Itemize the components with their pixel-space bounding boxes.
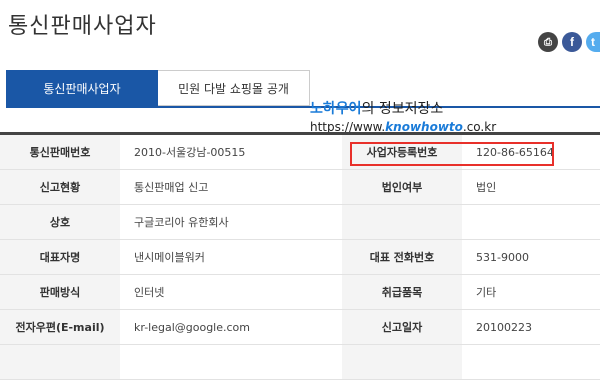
share-buttons: ⎙ f t [538,32,600,52]
label-email: 전자우편(E-mail) [0,309,120,345]
value-product-type: 기타 [462,274,600,310]
twitter-icon[interactable]: t [586,32,600,52]
label-telemarketing-number: 통신판매번호 [0,135,120,170]
label-company-name: 상호 [0,204,120,240]
label-report-status: 신고현황 [0,169,120,205]
watermark-rest: 의 정보저장소 [361,101,444,117]
label-representative: 대표자명 [0,239,120,275]
table-row: 신고현황 통신판매업 신고 법인여부 법인 [0,169,600,205]
page-title: 통신판매사업자 [8,14,157,39]
table-row: 상호 구글코리아 유한회사 [0,204,600,240]
print-icon[interactable]: ⎙ [538,32,558,52]
value-sales-method: 인터넷 [120,274,342,310]
value-corporation: 법인 [462,169,600,205]
table-row: 전자우편(E-mail) kr-legal@google.com 신고일자 20… [0,309,600,345]
tab-underline [6,106,600,108]
value-telemarketing-number: 2010-서울강남-00515 [120,135,342,170]
table-row [0,344,600,380]
business-info-table: 통신판매번호 2010-서울강남-00515 사업자등록번호 120-86-65… [0,135,600,380]
tab-telemarketing-business[interactable]: 통신판매사업자 [6,70,158,106]
table-row: 판매방식 인터넷 취급품목 기타 [0,274,600,310]
label-product-type: 취급품목 [342,274,462,310]
value-partial-2 [462,344,600,380]
tab-bar: 통신판매사업자 민원 다발 쇼핑몰 공개 [6,70,310,106]
watermark-line1: 노하우어의 정보저장소 [310,100,496,118]
watermark: 노하우어의 정보저장소 https://www.knowhowto.co.kr [310,100,496,136]
label-sales-method: 판매방식 [0,274,120,310]
label-partial-2 [342,344,462,380]
tab-complaint-malls[interactable]: 민원 다발 쇼핑몰 공개 [158,70,310,106]
value-partial [120,344,342,380]
value-representative: 낸시메이블워커 [120,239,342,275]
label-phone: 대표 전화번호 [342,239,462,275]
value-email[interactable]: kr-legal@google.com [120,309,342,345]
value-report-date: 20100223 [462,309,600,345]
table-row: 대표자명 낸시메이블워커 대표 전화번호 531-9000 [0,239,600,275]
label-empty [342,204,462,240]
value-phone: 531-9000 [462,239,600,275]
watermark-accent: 노하우어 [310,101,362,117]
facebook-icon[interactable]: f [562,32,582,52]
highlight-box [350,142,554,166]
label-report-date: 신고일자 [342,309,462,345]
label-partial [0,344,120,380]
value-empty [462,204,600,240]
value-report-status: 통신판매업 신고 [120,169,342,205]
label-corporation: 법인여부 [342,169,462,205]
value-company-name: 구글코리아 유한회사 [120,204,342,240]
